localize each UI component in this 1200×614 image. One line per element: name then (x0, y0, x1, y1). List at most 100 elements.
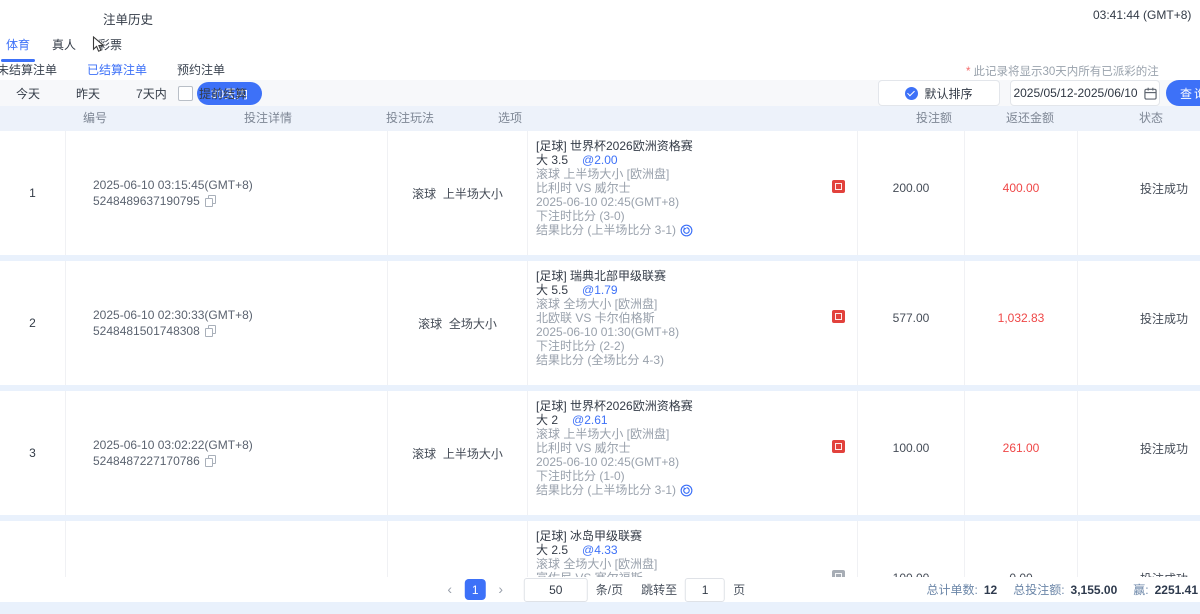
bottom-strip (0, 602, 1200, 614)
per-page-label: 条/页 (596, 581, 623, 598)
record-notice: *此记录将显示30天内所有已派彩的注 (966, 63, 1159, 79)
market-type: 滚球 上半场大小 [欧洲盘] (536, 167, 857, 181)
market-type: 滚球 全场大小 [欧洲盘] (536, 297, 857, 311)
bet-status: 投注成功 (1078, 131, 1200, 255)
total-count-label: 总计单数: (927, 581, 978, 598)
mouse-cursor-icon (92, 36, 105, 53)
summary-totals: 总计单数: 12 总投注额: 3,155.00 赢: 2251.41 (927, 577, 1199, 602)
league-name: [足球] 世界杯2026欧洲资格赛 (536, 399, 857, 413)
market-type: 滚球 全场大小 [欧洲盘] (536, 557, 857, 571)
copy-icon[interactable] (205, 325, 216, 337)
copy-icon[interactable] (205, 195, 216, 207)
payout-amount: 1,032.83 (965, 261, 1078, 385)
order-id: 5248489637190795 (93, 193, 200, 209)
bet-history-page: 注单历史 03:41:44 (GMT+8) 体育 真人 彩票 未结算注单 已结算… (0, 0, 1200, 614)
option-cell: [足球] 世界杯2026欧洲资格赛 大 2 @2.61 滚球 上半场大小 [欧洲盘… (528, 391, 858, 515)
filter-bar: 今天 昨天 7天内 30天内 提前结算 默认排序 2025/05/12-2025… (0, 80, 1200, 106)
bet-play-type: 滚球 上半场大小 (388, 131, 528, 255)
default-sort-button[interactable]: 默认排序 (878, 80, 1000, 106)
payout-amount: 261.00 (965, 391, 1078, 515)
bet-detail-cell: 2025-06-10 02:30:33(GMT+8) 5248481501748… (66, 261, 388, 385)
notice-asterisk: * (966, 66, 970, 78)
total-win-label: 赢: (1133, 581, 1148, 598)
match-teams: 比利时 VS 威尔士 (536, 441, 631, 455)
search-button[interactable]: 查询 (1166, 80, 1200, 106)
result-score: 结果比分 (上半场比分 3-1) (536, 223, 676, 237)
early-settle-checkbox[interactable] (178, 86, 193, 101)
score-at-bet: 下注时比分 (3-0) (536, 209, 857, 223)
bet-detail-cell: 2025-06-10 03:15:45(GMT+8) 5248489637190… (66, 131, 388, 255)
match-teams: 比利时 VS 威尔士 (536, 181, 631, 195)
result-replay-icon[interactable] (680, 224, 693, 237)
pick-selection: 大 2 (536, 413, 558, 427)
market-type: 滚球 上半场大小 [欧洲盘] (536, 427, 857, 441)
col-header-payout: 返还金额 (1006, 106, 1054, 131)
bet-time: 2025-06-10 03:15:45(GMT+8) (93, 177, 387, 193)
result-badge-icon (832, 310, 845, 323)
pick-selection: 大 3.5 (536, 153, 568, 167)
bet-detail-cell: 2025-06-10 03:02:22(GMT+8) 5248487227170… (66, 391, 388, 515)
calendar-icon (1144, 87, 1157, 100)
league-name: [足球] 世界杯2026欧洲资格赛 (536, 139, 857, 153)
match-teams: 北欧联 VS 卡尔伯格斯 (536, 311, 655, 325)
date-range-picker[interactable]: 2025/05/12-2025/06/10 (1010, 80, 1160, 106)
bet-play-type: 滚球 全场大小 (388, 261, 528, 385)
early-settle-toggle[interactable]: 提前结算 (178, 80, 247, 106)
odds-value: @1.79 (582, 283, 618, 297)
pick-selection: 大 5.5 (536, 283, 568, 297)
default-sort-label: 默认排序 (924, 85, 972, 102)
col-header-option: 选项 (498, 106, 522, 131)
check-circle-icon (905, 87, 918, 100)
col-header-no: 编号 (83, 106, 107, 131)
row-number: 1 (0, 131, 66, 255)
result-replay-icon[interactable] (680, 484, 693, 497)
filter-yesterday[interactable]: 昨天 (70, 82, 106, 105)
odds-value: @2.00 (582, 153, 618, 167)
result-badge-icon (832, 180, 845, 193)
copy-icon[interactable] (205, 455, 216, 467)
order-id: 5248487227170786 (93, 453, 200, 469)
prev-page-icon[interactable]: ‹ (443, 579, 457, 600)
match-time: 2025-06-10 01:30(GMT+8) (536, 325, 857, 339)
jump-page-input[interactable] (685, 578, 725, 602)
league-name: [足球] 瑞典北部甲级联赛 (536, 269, 857, 283)
payout-amount: 400.00 (965, 131, 1078, 255)
match-time: 2025-06-10 02:45(GMT+8) (536, 195, 857, 209)
col-header-detail: 投注详情 (244, 106, 292, 131)
filter-today[interactable]: 今天 (10, 82, 46, 105)
score-at-bet: 下注时比分 (2-2) (536, 339, 857, 353)
order-id: 5248481501748308 (93, 323, 200, 339)
next-page-icon[interactable]: › (494, 579, 508, 600)
stake-amount: 577.00 (858, 261, 965, 385)
page-title: 注单历史 (103, 9, 153, 28)
row-number: 3 (0, 391, 66, 515)
jump-label: 跳转至 (641, 581, 677, 598)
stake-amount: 100.00 (858, 391, 965, 515)
table-row: 3 2025-06-10 03:02:22(GMT+8) 52484872271… (0, 391, 1200, 515)
notice-text: 此记录将显示30天内所有已派彩的注 (973, 66, 1158, 78)
table-body: 1 2025-06-10 03:15:45(GMT+8) 52484896371… (0, 131, 1200, 614)
total-stake-value: 3,155.00 (1071, 583, 1118, 597)
result-badge-icon (832, 440, 845, 453)
col-header-play: 投注玩法 (386, 106, 434, 131)
date-range-value: 2025/05/12-2025/06/10 (1013, 86, 1137, 100)
col-header-status: 状态 (1139, 106, 1163, 131)
match-time: 2025-06-10 02:45(GMT+8) (536, 455, 857, 469)
odds-value: @2.61 (572, 413, 608, 427)
result-score: 结果比分 (全场比分 4-3) (536, 353, 664, 367)
page-size-input[interactable] (524, 578, 588, 602)
current-page-button[interactable]: 1 (465, 579, 486, 600)
bet-time: 2025-06-10 02:30:33(GMT+8) (93, 307, 387, 323)
stake-amount: 200.00 (858, 131, 965, 255)
odds-value: @4.33 (582, 543, 618, 557)
bet-status: 投注成功 (1078, 261, 1200, 385)
filter-7days[interactable]: 7天内 (130, 82, 173, 105)
bet-time: 2025-06-10 03:02:22(GMT+8) (93, 437, 387, 453)
row-number: 2 (0, 261, 66, 385)
server-clock: 03:41:44 (GMT+8) (1093, 8, 1191, 22)
league-name: [足球] 冰岛甲级联赛 (536, 529, 857, 543)
total-stake-label: 总投注额: (1013, 581, 1064, 598)
table-row: 2 2025-06-10 02:30:33(GMT+8) 52484815017… (0, 261, 1200, 385)
table-header: 编号 投注详情 投注玩法 选项 投注额 返还金额 状态 (0, 106, 1200, 131)
score-at-bet: 下注时比分 (1-0) (536, 469, 857, 483)
